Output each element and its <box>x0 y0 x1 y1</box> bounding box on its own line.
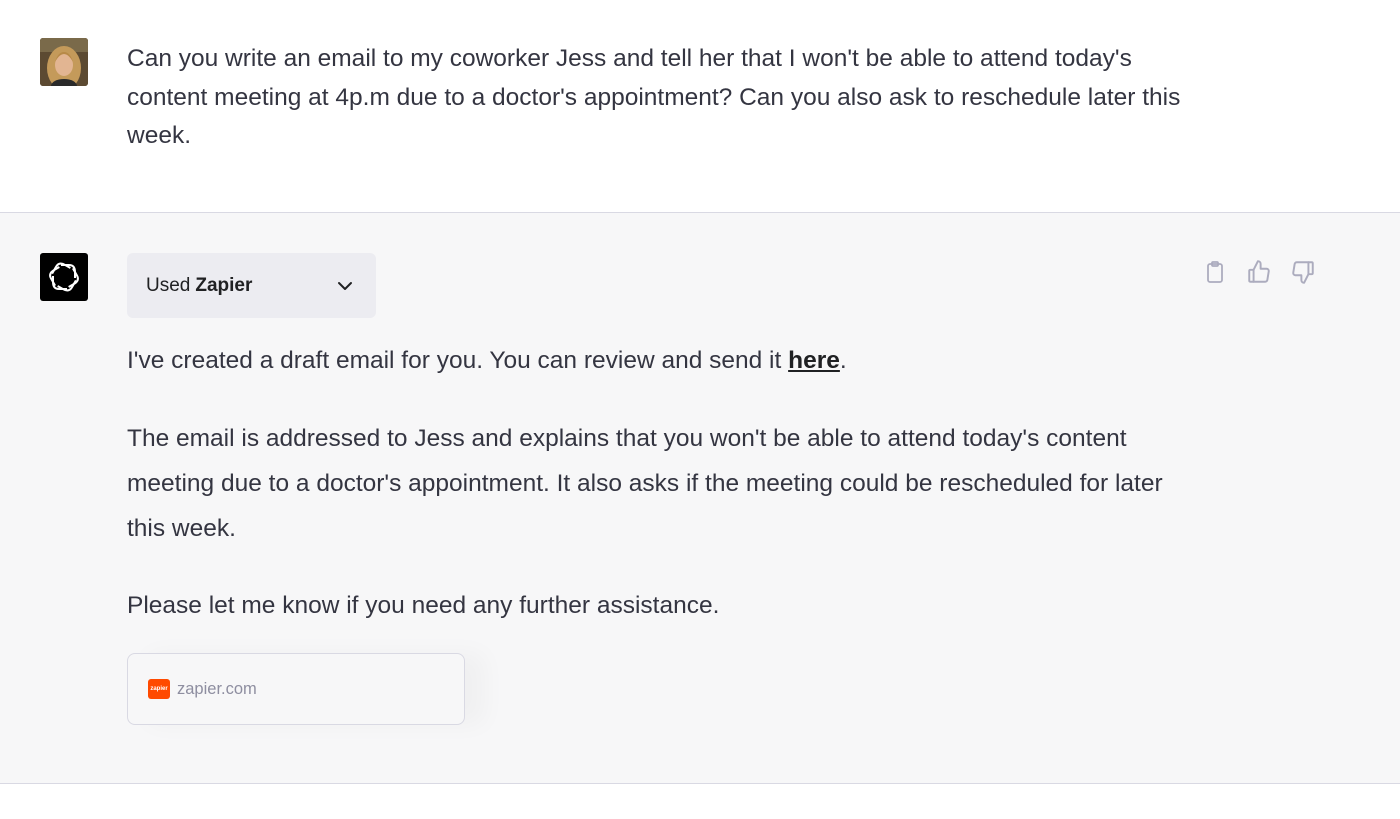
assistant-paragraph-3: Please let me know if you need any furth… <box>127 592 720 619</box>
source-domain: zapier.com <box>177 679 257 698</box>
source-link-card[interactable]: zapier zapier.com <box>127 653 465 725</box>
thumbs-up-button[interactable] <box>1244 257 1274 287</box>
paragraph-1-punct: . <box>839 347 847 374</box>
user-avatar <box>40 38 88 86</box>
paragraph-1-text: I've created a draft email for you. You … <box>127 347 789 374</box>
chevron-down-icon <box>336 277 354 301</box>
message-actions <box>1200 257 1320 289</box>
user-message-row: Can you write an email to my coworker Je… <box>0 0 1400 213</box>
openai-logo-icon <box>40 253 88 301</box>
assistant-paragraph-2: The email is addressed to Jess and expla… <box>127 425 1163 542</box>
thumbs-down-button[interactable] <box>1288 257 1318 287</box>
plugin-used-prefix: Used <box>146 274 191 296</box>
thumbs-down-icon <box>1292 261 1314 284</box>
zapier-favicon-icon: zapier <box>148 679 170 699</box>
plugin-used-toggle[interactable]: Used Zapier <box>127 253 376 318</box>
assistant-paragraph-1: I've created a draft email for you. You … <box>127 338 1187 383</box>
email-draft-link[interactable]: here <box>788 347 840 374</box>
user-avatar-image <box>40 38 88 86</box>
thumbs-up-icon <box>1248 260 1270 283</box>
plugin-name: Zapier <box>195 274 253 296</box>
clipboard-icon <box>1207 261 1223 283</box>
copy-button[interactable] <box>1200 257 1230 287</box>
user-message-text: Can you write an email to my coworker Je… <box>127 45 1181 149</box>
assistant-message-row: Used Zapier I've created a draft email f… <box>0 213 1400 784</box>
